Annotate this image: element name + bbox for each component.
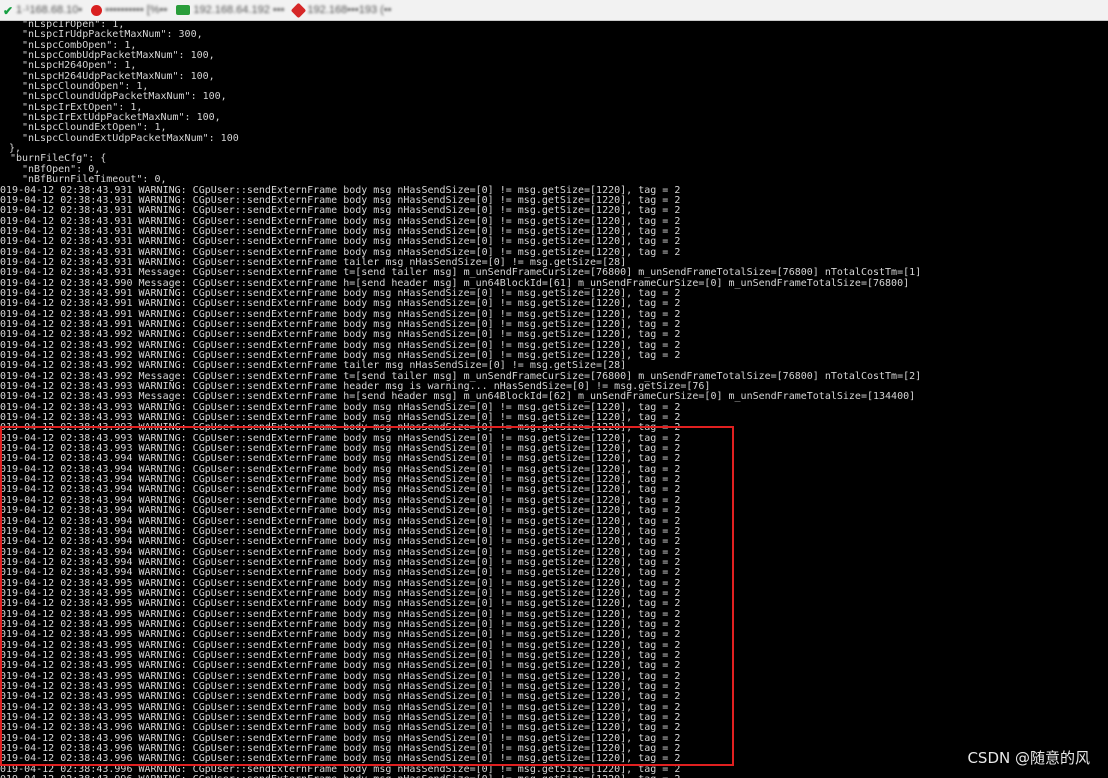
config-line: },	[9, 143, 22, 155]
config-line: "nLspcH264UdpPacketMaxNum": 100,	[22, 70, 215, 82]
session-tab[interactable]: ✔ 1·¹168.68.10•	[0, 0, 88, 20]
session-tab[interactable]: •••••••••• [%••	[88, 0, 173, 20]
log-line: 2019-04-12 02:38:43.931 WARNING: CGpUser…	[0, 205, 681, 217]
red-dot-icon	[91, 4, 103, 16]
config-line: "nLspcIrUdpPacketMaxNum": 300,	[22, 29, 203, 41]
check-icon: ✔	[3, 4, 14, 18]
log-line: 2019-04-12 02:38:43.994 WARNING: CGpUser…	[0, 505, 681, 517]
config-line: "nLspcCloundUdpPacketMaxNum": 100,	[22, 91, 227, 103]
session-tab[interactable]: 192.168.64.192 •••	[173, 0, 290, 20]
connection-icon	[176, 5, 191, 15]
config-line: "burnFileCfg": {	[10, 153, 107, 165]
session-tab-label: •••••••••• [%••	[105, 4, 168, 16]
log-line: 2019-04-12 02:38:43.931 WARNING: CGpUser…	[0, 236, 681, 248]
config-line: "nLspcCloundExtUdpPacketMaxNum": 100	[22, 132, 239, 144]
config-line: "nBfBurnFileTimeout": 0,	[22, 174, 167, 186]
session-tab-label: 192.168•••193 (••	[307, 4, 392, 16]
config-line: "nLspcCombUdpPacketMaxNum": 100,	[22, 50, 215, 62]
session-tab-label: 1·¹168.68.10•	[16, 4, 83, 16]
log-line: 2019-04-12 02:38:43.994 WARNING: CGpUser…	[0, 567, 681, 579]
session-tab-label: 192.168.64.192 •••	[193, 4, 285, 16]
warning-icon	[291, 2, 307, 18]
watermark: CSDN @随意的风	[967, 749, 1090, 767]
session-tab[interactable]: 192.168•••193 (••	[290, 0, 397, 20]
log-line: 2019-04-12 02:38:43.994 WARNING: CGpUser…	[0, 536, 681, 548]
session-tab-bar: ✔ 1·¹168.68.10• •••••••••• [%•• 192.168.64.…	[0, 0, 1108, 21]
terminal-output[interactable]: "nLspcIrOpen": 1, "nLspcIrUdpPacketMaxNum…	[0, 20, 1108, 778]
